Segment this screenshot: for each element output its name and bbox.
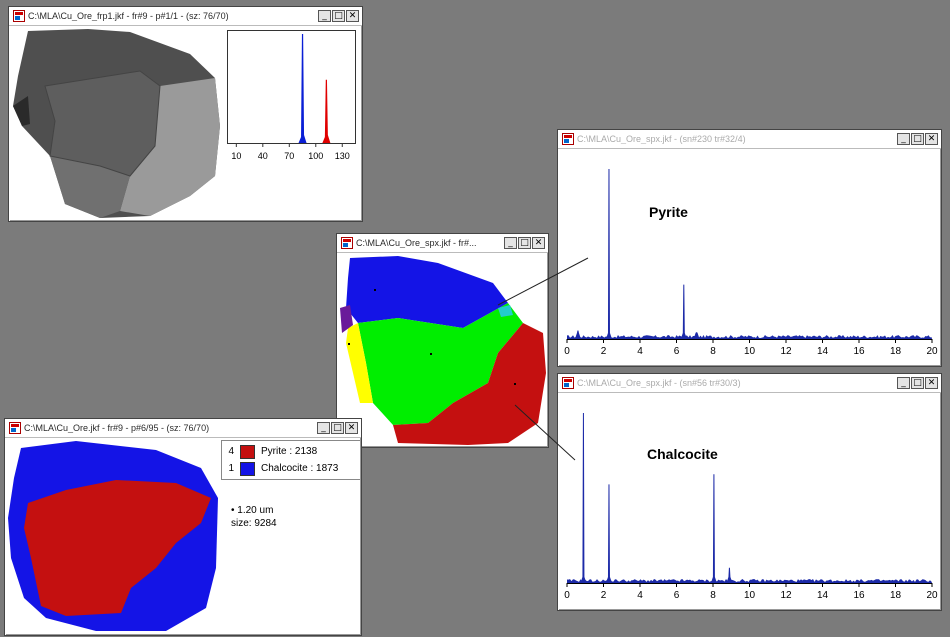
histogram-tick-label: 40 [258,151,268,161]
spectrum-peak [726,567,733,583]
window-title: C:\MLA\Cu_Ore_frp1.jkf - fr#9 - p#1/1 - … [28,11,229,21]
title-bar[interactable]: C:\MLA\Cu_Ore_spx.jkf - (sn#230 tr#32/4)… [558,130,941,149]
close-button[interactable]: ✕ [925,377,938,389]
legend-label: Chalcocite : 1873 [261,463,339,474]
segmented-grain-window[interactable]: C:\MLA\Cu_Ore_spx.jkf - fr#... _ □ ✕ [336,233,549,448]
spectrum-tick-label: 14 [817,346,829,357]
spectrum-tick-label: 12 [780,346,792,357]
legend-swatch-chalcocite [240,461,255,476]
spectrum-tick-label: 4 [637,346,643,357]
classified-grain-window[interactable]: C:\MLA\Cu_Ore.jkf - fr#9 - p#6/95 - (sz:… [4,418,362,636]
title-bar[interactable]: C:\MLA\Cu_Ore_spx.jkf - (sn#56 tr#30/3) … [558,374,941,393]
histogram-tick-label: 130 [335,151,350,161]
grain-info: • 1.20 um size: 9284 [231,504,277,530]
scale-value: 1.20 um [237,505,274,516]
legend-item-chalcocite[interactable]: 1 Chalcocite : 1873 [226,460,357,477]
spectrum-tick-label: 8 [710,346,716,357]
chalcocite-spectrum-window[interactable]: C:\MLA\Cu_Ore_spx.jkf - (sn#56 tr#30/3) … [557,373,942,611]
close-button[interactable]: ✕ [925,133,938,145]
legend-count: 1 [228,463,234,474]
spectrum-tick-label: 18 [890,346,902,357]
window-title: C:\MLA\Cu_Ore_spx.jkf - (sn#56 tr#30/3) [577,378,741,388]
spectrum-tick-label: 16 [853,346,865,357]
window-title: C:\MLA\Cu_Ore.jkf - fr#9 - p#6/95 - (sz:… [24,423,210,433]
maximize-button[interactable]: □ [911,133,924,145]
minimize-button[interactable]: _ [318,10,331,22]
close-button[interactable]: ✕ [345,422,358,434]
spectrum-tick-label: 10 [744,590,756,601]
spectrum-tick-label: 0 [564,346,570,357]
title-bar[interactable]: C:\MLA\Cu_Ore.jkf - fr#9 - p#6/95 - (sz:… [5,419,361,438]
close-button[interactable]: ✕ [346,10,359,22]
window-content: 4 Pyrite : 2138 1 Chalcocite : 1873 • 1.… [6,438,360,634]
window-content [338,253,547,446]
chalcocite-xray-spectrum: Chalcocite 0 2 4 6 8 10 12 14 16 18 20 [564,413,938,601]
histogram-tick-label: 100 [308,151,323,161]
spectrum-baseline [567,579,932,583]
close-button[interactable]: ✕ [532,237,545,249]
app-icon [562,133,574,145]
app-icon [9,422,21,434]
spectrum-peak [605,484,612,583]
app-icon [13,10,25,22]
gray-level-histogram: 10 40 70 100 130 [227,30,356,161]
spectrum-tick-label: 2 [601,590,607,601]
title-bar[interactable]: C:\MLA\Cu_Ore_frp1.jkf - fr#9 - p#1/1 - … [9,7,362,26]
classified-grain-image [8,441,218,631]
pyrite-spectrum-window[interactable]: C:\MLA\Cu_Ore_spx.jkf - (sn#230 tr#32/4)… [557,129,942,367]
spectrum-tick-label: 4 [637,590,643,601]
legend-label: Pyrite : 2138 [261,446,318,457]
size-value: size: 9284 [231,518,277,529]
spectrum-tick-label: 8 [710,590,716,601]
app-icon [341,237,353,249]
segmented-grain-image [340,256,546,445]
bse-grain-image [13,29,220,218]
maximize-button[interactable]: □ [331,422,344,434]
spectrum-tick-label: 20 [926,346,938,357]
spectrum-peak [605,169,612,339]
window-content: Pyrite 0 2 4 6 8 10 12 14 16 18 20 [559,149,940,365]
spectrum-tick-label: 16 [853,590,865,601]
spectrum-tick-label: 20 [926,590,938,601]
spectrum-tick-label: 14 [817,590,829,601]
app-icon [562,377,574,389]
mineral-legend: 4 Pyrite : 2138 1 Chalcocite : 1873 [221,440,360,480]
minimize-button[interactable]: _ [317,422,330,434]
spectrum-label: Chalcocite [647,446,718,462]
spectrum-baseline [567,335,932,339]
spectrum-tick-label: 6 [674,590,680,601]
spectrum-peak [710,474,717,583]
maximize-button[interactable]: □ [911,377,924,389]
window-content: 10 40 70 100 130 [10,26,361,220]
histogram-tick-label: 10 [231,151,241,161]
legend-item-pyrite[interactable]: 4 Pyrite : 2138 [226,443,357,460]
spectrum-tick-label: 6 [674,346,680,357]
spectrum-tick-label: 18 [890,590,902,601]
minimize-button[interactable]: _ [897,377,910,389]
spectrum-label: Pyrite [649,204,688,220]
legend-swatch-pyrite [240,444,255,459]
spectrum-peak [693,332,700,339]
spectrum-peak [574,330,581,339]
legend-count: 4 [228,446,234,457]
window-title: C:\MLA\Cu_Ore_spx.jkf - (sn#230 tr#32/4) [577,134,746,144]
spectrum-tick-label: 10 [744,346,756,357]
spectrum-tick-label: 0 [564,590,570,601]
window-content: Chalcocite 0 2 4 6 8 10 12 14 16 18 20 [559,393,940,609]
histogram-tick-label: 70 [284,151,294,161]
maximize-button[interactable]: □ [518,237,531,249]
spectrum-tick-label: 12 [780,590,792,601]
window-title: C:\MLA\Cu_Ore_spx.jkf - fr#... [356,238,477,248]
title-bar[interactable]: C:\MLA\Cu_Ore_spx.jkf - fr#... _ □ ✕ [337,234,548,253]
pyrite-xray-spectrum: Pyrite 0 2 4 6 8 10 12 14 16 18 20 [564,169,938,357]
spectrum-tick-label: 2 [601,346,607,357]
histogram-frame [227,30,356,144]
spectrum-peak [680,284,687,339]
spectrum-peak [580,413,587,583]
grain-histogram-window[interactable]: C:\MLA\Cu_Ore_frp1.jkf - fr#9 - p#1/1 - … [8,6,363,222]
minimize-button[interactable]: _ [897,133,910,145]
minimize-button[interactable]: _ [504,237,517,249]
maximize-button[interactable]: □ [332,10,345,22]
